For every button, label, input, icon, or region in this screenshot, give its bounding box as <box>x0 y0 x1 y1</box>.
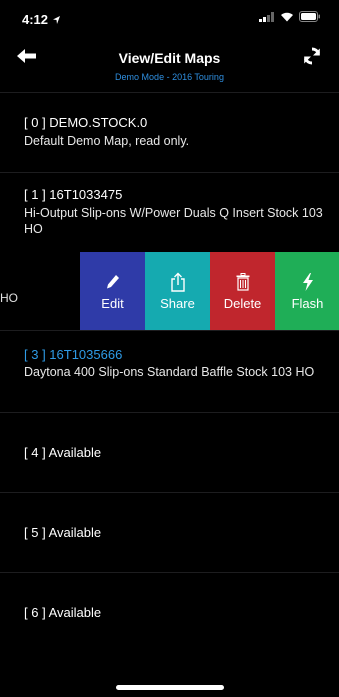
status-icons <box>259 9 321 27</box>
list-item[interactable]: [ 1 ] 16T1033475 Hi-Output Slip-ons W/Po… <box>0 172 339 250</box>
list-item[interactable]: [ 4 ] Available <box>0 412 339 490</box>
swipe-actions: Edit Share Delete Flash <box>80 252 339 330</box>
refresh-button[interactable] <box>299 46 325 70</box>
map-slot-title: [ 1 ] 16T1033475 <box>24 187 123 202</box>
map-slot-title: [ 5 ] Available <box>24 525 102 540</box>
nav-bar: View/Edit Maps Demo Mode - 2016 Touring <box>0 34 339 92</box>
status-time: 4:12 <box>22 12 49 27</box>
map-slot-description: Hi-Output Slip-ons W/Power Duals Q Inser… <box>24 206 323 236</box>
location-icon <box>52 12 61 30</box>
status-bar: 4:12 <box>0 0 339 34</box>
map-slot-partial-text: HO <box>0 291 18 305</box>
map-slot-title: [ 0 ] DEMO.STOCK.0 <box>24 115 148 130</box>
list-item[interactable]: [ 0 ] DEMO.STOCK.0 Default Demo Map, rea… <box>0 92 339 170</box>
signal-icon <box>259 9 275 27</box>
flash-label: Flash <box>291 295 324 311</box>
map-slot-title: [ 6 ] Available <box>24 605 102 620</box>
page-subtitle: Demo Mode - 2016 Touring <box>115 72 224 82</box>
delete-button[interactable]: Delete <box>210 252 275 330</box>
battery-icon <box>299 9 321 27</box>
list-item-selected[interactable]: [ 3 ] 16T1035666 Daytona 400 Slip-ons St… <box>0 330 339 410</box>
pencil-icon <box>106 272 120 292</box>
wifi-icon <box>280 9 294 27</box>
list-item-swiped[interactable]: HO Edit Share Delete Flash <box>0 252 339 330</box>
map-slot-description: Daytona 400 Slip-ons Standard Baffle Sto… <box>24 365 315 379</box>
home-indicator[interactable] <box>116 685 224 690</box>
list-item[interactable]: [ 5 ] Available <box>0 492 339 570</box>
map-slot-title: [ 3 ] 16T1035666 <box>24 347 123 362</box>
edit-button[interactable]: Edit <box>80 252 145 330</box>
edit-label: Edit <box>101 295 124 311</box>
share-button[interactable]: Share <box>145 252 210 330</box>
page-title: View/Edit Maps <box>118 50 221 66</box>
map-slot-description: Default Demo Map, read only. <box>24 134 190 148</box>
refresh-icon <box>303 46 321 70</box>
flash-button[interactable]: Flash <box>275 252 339 330</box>
delete-label: Delete <box>223 295 262 311</box>
map-slot-title: [ 4 ] Available <box>24 445 102 460</box>
trash-icon <box>236 272 250 292</box>
lightning-icon <box>302 272 314 292</box>
share-label: Share <box>160 295 195 311</box>
share-icon <box>170 272 186 292</box>
list-item[interactable]: [ 6 ] Available <box>0 572 339 652</box>
